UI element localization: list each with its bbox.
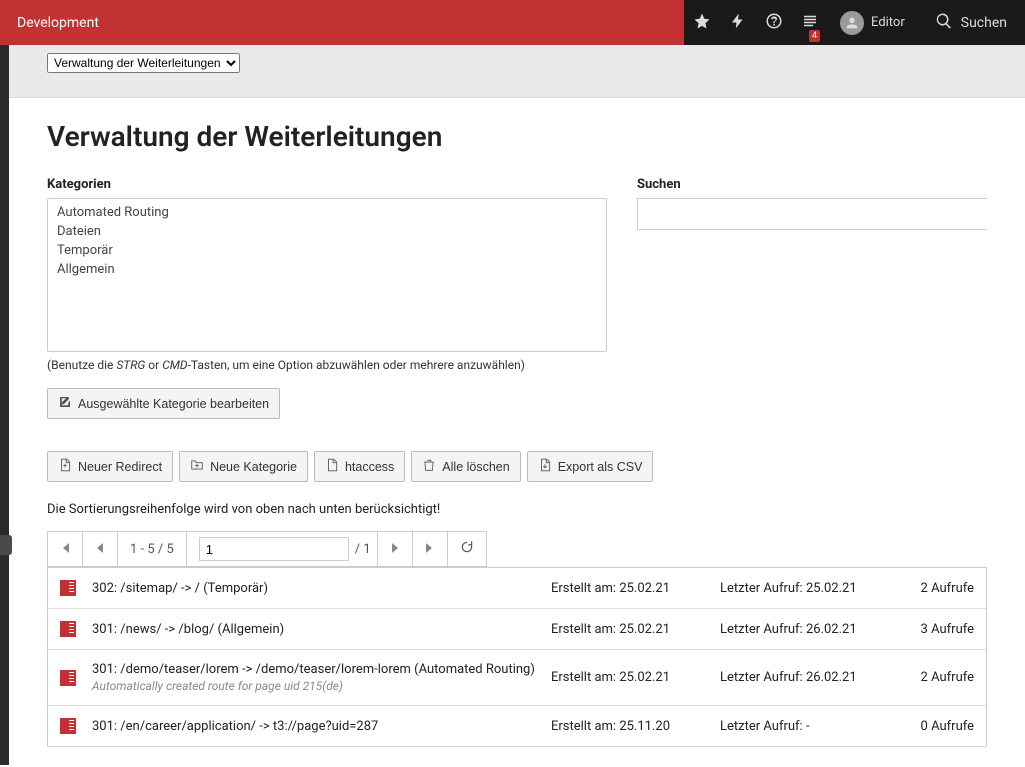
row-created: Erstellt am: 25.02.21: [551, 622, 716, 637]
search-icon: [935, 12, 953, 34]
first-icon: [60, 542, 70, 557]
categories-hint: (Benutze die STRG or CMD-Tasten, um eine…: [47, 358, 607, 372]
delete-all-label: Alle löschen: [442, 460, 509, 474]
star-icon: [693, 12, 711, 34]
global-search[interactable]: Suchen: [917, 0, 1025, 45]
help-button[interactable]: [756, 0, 792, 45]
categories-label: Kategorien: [47, 177, 607, 192]
edit-category-label: Ausgewählte Kategorie bearbeiten: [78, 397, 269, 411]
row-calls: 2 Aufrufe: [889, 670, 974, 685]
new-redirect-label: Neuer Redirect: [78, 460, 162, 474]
export-csv-label: Export als CSV: [558, 460, 643, 474]
table-row[interactable]: 302: /sitemap/ -> / (Temporär) Erstellt …: [47, 568, 986, 609]
page-prev-button[interactable]: [83, 532, 118, 566]
user-role-label: Editor: [871, 15, 905, 30]
record-icon: [60, 670, 76, 686]
pagination: 1 - 5 / 5 / 1: [47, 531, 487, 567]
new-redirect-button[interactable]: Neuer Redirect: [47, 451, 173, 482]
trash-icon: [422, 458, 436, 475]
table-row[interactable]: 301: /news/ -> /blog/ (Allgemein) Erstel…: [47, 609, 986, 650]
page-refresh-button[interactable]: [448, 532, 486, 566]
page-range-label: 1 - 5 / 5: [118, 532, 187, 566]
row-created: Erstellt am: 25.11.20: [551, 719, 716, 734]
module-sidebar-collapsed: [0, 45, 9, 765]
avatar-icon: [840, 11, 864, 35]
table-row[interactable]: 301: /en/career/application/ -> t3://pag…: [47, 706, 986, 747]
page-first-button[interactable]: [48, 532, 83, 566]
sidebar-expand-handle[interactable]: [0, 535, 12, 555]
row-title: 301: /news/ -> /blog/ (Allgemein): [92, 622, 547, 637]
flash-button[interactable]: [720, 0, 756, 45]
redirect-list: 302: /sitemap/ -> / (Temporär) Erstellt …: [47, 567, 987, 747]
htaccess-button[interactable]: htaccess: [314, 451, 405, 482]
new-category-label: Neue Kategorie: [210, 460, 297, 474]
bookmark-button[interactable]: [684, 0, 720, 45]
row-last: Letzter Aufruf: 25.02.21: [720, 581, 885, 596]
sort-note: Die Sortierungsreihenfolge wird von oben…: [47, 502, 987, 517]
page-total-label: / 1: [355, 542, 371, 557]
module-select-area: Verwaltung der Weiterleitungen: [9, 45, 1025, 98]
record-icon: [60, 718, 76, 734]
global-search-label: Suchen: [961, 15, 1007, 31]
next-icon: [390, 542, 400, 557]
row-last: Letzter Aufruf: 26.02.21: [720, 622, 885, 637]
record-icon: [60, 580, 76, 596]
new-category-button[interactable]: Neue Kategorie: [179, 451, 308, 482]
row-created: Erstellt am: 25.02.21: [551, 581, 716, 596]
export-icon: [538, 458, 552, 475]
row-calls: 3 Aufrufe: [889, 622, 974, 637]
page-next-button[interactable]: [378, 532, 413, 566]
row-last: Letzter Aufruf: 26.02.21: [720, 670, 885, 685]
row-calls: 2 Aufrufe: [889, 581, 974, 596]
row-title: 302: /sitemap/ -> / (Temporär): [92, 581, 547, 596]
search-label: Suchen: [637, 177, 987, 192]
user-menu[interactable]: Editor: [828, 0, 917, 45]
search-input[interactable]: [637, 198, 987, 230]
topbar: Development 4 Editor: [0, 0, 1025, 45]
page-input[interactable]: [199, 537, 349, 561]
categories-select[interactable]: Automated Routing Dateien Temporär Allge…: [47, 198, 607, 352]
topbar-tools: 4 Editor Suchen: [684, 0, 1025, 45]
add-document-icon: [58, 458, 72, 475]
row-subtitle: Automatically created route for page uid…: [92, 679, 547, 693]
export-csv-button[interactable]: Export als CSV: [527, 451, 654, 482]
row-last: Letzter Aufruf: -: [720, 719, 885, 734]
page-title: Verwaltung der Weiterleitungen: [47, 120, 987, 153]
bolt-icon: [729, 12, 747, 34]
table-row[interactable]: 301: /demo/teaser/lorem -> /demo/teaser/…: [47, 650, 986, 706]
help-icon: [765, 12, 783, 34]
notification-badge: 4: [809, 30, 820, 42]
document-icon: [325, 458, 339, 475]
prev-icon: [95, 542, 105, 557]
record-icon: [60, 621, 76, 637]
htaccess-label: htaccess: [345, 460, 394, 474]
row-calls: 0 Aufrufe: [889, 719, 974, 734]
delete-all-button[interactable]: Alle löschen: [411, 451, 520, 482]
edit-category-button[interactable]: Ausgewählte Kategorie bearbeiten: [47, 388, 280, 419]
row-title: 301: /en/career/application/ -> t3://pag…: [92, 719, 547, 734]
row-created: Erstellt am: 25.02.21: [551, 670, 716, 685]
refresh-icon: [460, 540, 474, 558]
add-folder-icon: [190, 458, 204, 475]
module-select[interactable]: Verwaltung der Weiterleitungen: [47, 53, 240, 73]
brand-name: Development: [0, 0, 116, 45]
edit-icon: [58, 395, 72, 412]
notifications-button[interactable]: 4: [792, 0, 828, 45]
last-icon: [425, 542, 435, 557]
row-title: 301: /demo/teaser/lorem -> /demo/teaser/…: [92, 662, 547, 677]
page-last-button[interactable]: [413, 532, 448, 566]
